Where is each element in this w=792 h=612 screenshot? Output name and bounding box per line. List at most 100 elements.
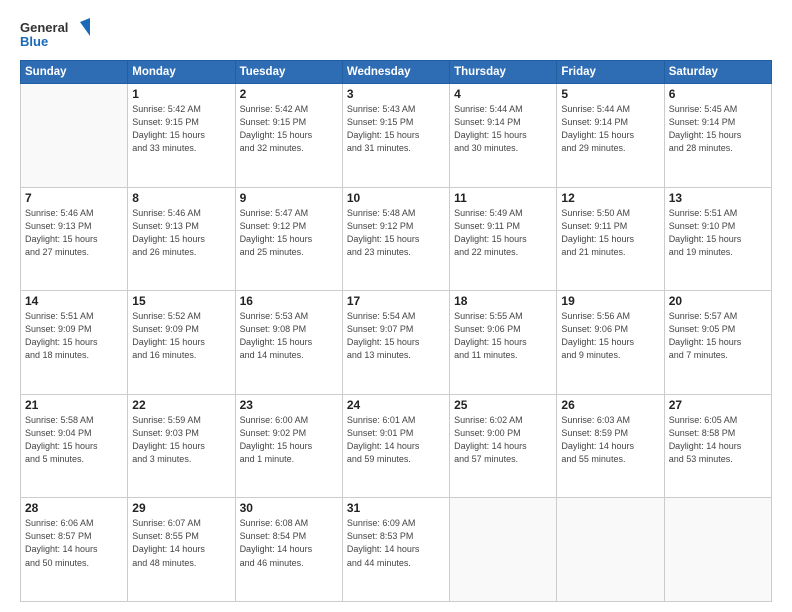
day-info: Sunrise: 5:59 AM Sunset: 9:03 PM Dayligh… xyxy=(132,414,230,466)
calendar-cell: 20Sunrise: 5:57 AM Sunset: 9:05 PM Dayli… xyxy=(664,291,771,395)
calendar-cell: 24Sunrise: 6:01 AM Sunset: 9:01 PM Dayli… xyxy=(342,394,449,498)
weekday-header-sunday: Sunday xyxy=(21,61,128,84)
calendar-cell: 16Sunrise: 5:53 AM Sunset: 9:08 PM Dayli… xyxy=(235,291,342,395)
day-info: Sunrise: 5:42 AM Sunset: 9:15 PM Dayligh… xyxy=(240,103,338,155)
calendar-cell: 15 Sunrise: 5:52 AM Sunset: 9:09 PM Dayli… xyxy=(128,291,235,395)
day-number: 13 xyxy=(669,191,767,205)
svg-text:Blue: Blue xyxy=(20,34,48,49)
calendar-cell: 22 Sunrise: 5:59 AM Sunset: 9:03 PM Dayli… xyxy=(128,394,235,498)
day-info: Sunrise: 5:46 AM Sunset: 9:13 PM Dayligh… xyxy=(25,207,123,259)
calendar-cell: 4Sunrise: 5:44 AM Sunset: 9:14 PM Daylig… xyxy=(450,84,557,188)
week-row-1: 1 Sunrise: 5:42 AM Sunset: 9:15 PM Daylig… xyxy=(21,84,772,188)
calendar-cell: 17 Sunrise: 5:54 AM Sunset: 9:07 PM Dayli… xyxy=(342,291,449,395)
day-info: Sunrise: 6:02 AM Sunset: 9:00 PM Dayligh… xyxy=(454,414,552,466)
calendar-cell: 2 Sunrise: 5:42 AM Sunset: 9:15 PM Daylig… xyxy=(235,84,342,188)
day-number: 29 xyxy=(132,501,230,515)
calendar-cell: 30Sunrise: 6:08 AM Sunset: 8:54 PM Dayli… xyxy=(235,498,342,602)
day-number: 12 xyxy=(561,191,659,205)
calendar-cell: 12Sunrise: 5:50 AM Sunset: 9:11 PM Dayli… xyxy=(557,187,664,291)
day-info: Sunrise: 5:46 AM Sunset: 9:13 PM Dayligh… xyxy=(132,207,230,259)
logo-icon: GeneralBlue xyxy=(20,18,90,50)
day-info: Sunrise: 5:51 AM Sunset: 9:10 PM Dayligh… xyxy=(669,207,767,259)
calendar-cell xyxy=(21,84,128,188)
day-info: Sunrise: 6:06 AM Sunset: 8:57 PM Dayligh… xyxy=(25,517,123,569)
day-number: 23 xyxy=(240,398,338,412)
calendar-cell: 13 Sunrise: 5:51 AM Sunset: 9:10 PM Dayli… xyxy=(664,187,771,291)
day-info: Sunrise: 5:47 AM Sunset: 9:12 PM Dayligh… xyxy=(240,207,338,259)
day-info: Sunrise: 5:55 AM Sunset: 9:06 PM Dayligh… xyxy=(454,310,552,362)
week-row-5: 28Sunrise: 6:06 AM Sunset: 8:57 PM Dayli… xyxy=(21,498,772,602)
week-row-2: 7 Sunrise: 5:46 AM Sunset: 9:13 PM Daylig… xyxy=(21,187,772,291)
day-number: 7 xyxy=(25,191,123,205)
calendar-cell: 29Sunrise: 6:07 AM Sunset: 8:55 PM Dayli… xyxy=(128,498,235,602)
day-info: Sunrise: 5:49 AM Sunset: 9:11 PM Dayligh… xyxy=(454,207,552,259)
day-info: Sunrise: 5:57 AM Sunset: 9:05 PM Dayligh… xyxy=(669,310,767,362)
calendar-cell: 5 Sunrise: 5:44 AM Sunset: 9:14 PM Daylig… xyxy=(557,84,664,188)
weekday-header-wednesday: Wednesday xyxy=(342,61,449,84)
day-number: 25 xyxy=(454,398,552,412)
day-number: 31 xyxy=(347,501,445,515)
day-number: 9 xyxy=(240,191,338,205)
calendar-cell: 27 Sunrise: 6:05 AM Sunset: 8:58 PM Dayli… xyxy=(664,394,771,498)
day-info: Sunrise: 5:54 AM Sunset: 9:07 PM Dayligh… xyxy=(347,310,445,362)
calendar-cell: 18 Sunrise: 5:55 AM Sunset: 9:06 PM Dayli… xyxy=(450,291,557,395)
day-number: 27 xyxy=(669,398,767,412)
day-info: Sunrise: 5:43 AM Sunset: 9:15 PM Dayligh… xyxy=(347,103,445,155)
day-number: 24 xyxy=(347,398,445,412)
day-info: Sunrise: 5:44 AM Sunset: 9:14 PM Dayligh… xyxy=(561,103,659,155)
day-info: Sunrise: 5:52 AM Sunset: 9:09 PM Dayligh… xyxy=(132,310,230,362)
calendar-cell: 23 Sunrise: 6:00 AM Sunset: 9:02 PM Dayli… xyxy=(235,394,342,498)
day-number: 1 xyxy=(132,87,230,101)
day-number: 5 xyxy=(561,87,659,101)
calendar-cell: 26Sunrise: 6:03 AM Sunset: 8:59 PM Dayli… xyxy=(557,394,664,498)
svg-text:General: General xyxy=(20,20,68,35)
day-info: Sunrise: 5:53 AM Sunset: 9:08 PM Dayligh… xyxy=(240,310,338,362)
day-number: 17 xyxy=(347,294,445,308)
page: GeneralBlue SundayMondayTuesdayWednesday… xyxy=(0,0,792,612)
day-number: 3 xyxy=(347,87,445,101)
day-number: 18 xyxy=(454,294,552,308)
day-info: Sunrise: 5:56 AM Sunset: 9:06 PM Dayligh… xyxy=(561,310,659,362)
day-number: 21 xyxy=(25,398,123,412)
day-info: Sunrise: 6:08 AM Sunset: 8:54 PM Dayligh… xyxy=(240,517,338,569)
day-info: Sunrise: 5:48 AM Sunset: 9:12 PM Dayligh… xyxy=(347,207,445,259)
header: GeneralBlue xyxy=(20,18,772,50)
weekday-header-monday: Monday xyxy=(128,61,235,84)
day-number: 8 xyxy=(132,191,230,205)
week-row-4: 21 Sunrise: 5:58 AM Sunset: 9:04 PM Dayli… xyxy=(21,394,772,498)
calendar-cell: 8 Sunrise: 5:46 AM Sunset: 9:13 PM Daylig… xyxy=(128,187,235,291)
weekday-header-tuesday: Tuesday xyxy=(235,61,342,84)
weekday-header-row: SundayMondayTuesdayWednesdayThursdayFrid… xyxy=(21,61,772,84)
day-info: Sunrise: 5:45 AM Sunset: 9:14 PM Dayligh… xyxy=(669,103,767,155)
day-number: 10 xyxy=(347,191,445,205)
day-number: 11 xyxy=(454,191,552,205)
day-info: Sunrise: 6:00 AM Sunset: 9:02 PM Dayligh… xyxy=(240,414,338,466)
day-number: 15 xyxy=(132,294,230,308)
day-number: 22 xyxy=(132,398,230,412)
calendar-cell: 14 Sunrise: 5:51 AM Sunset: 9:09 PM Dayli… xyxy=(21,291,128,395)
calendar-cell: 28Sunrise: 6:06 AM Sunset: 8:57 PM Dayli… xyxy=(21,498,128,602)
calendar-cell: 1 Sunrise: 5:42 AM Sunset: 9:15 PM Daylig… xyxy=(128,84,235,188)
logo: GeneralBlue xyxy=(20,18,90,50)
calendar-cell xyxy=(664,498,771,602)
calendar-cell: 11 Sunrise: 5:49 AM Sunset: 9:11 PM Dayli… xyxy=(450,187,557,291)
calendar-cell: 10 Sunrise: 5:48 AM Sunset: 9:12 PM Dayli… xyxy=(342,187,449,291)
calendar-cell xyxy=(450,498,557,602)
calendar-table: SundayMondayTuesdayWednesdayThursdayFrid… xyxy=(20,60,772,602)
day-number: 19 xyxy=(561,294,659,308)
day-number: 2 xyxy=(240,87,338,101)
calendar-cell: 3 Sunrise: 5:43 AM Sunset: 9:15 PM Daylig… xyxy=(342,84,449,188)
calendar-cell: 31 Sunrise: 6:09 AM Sunset: 8:53 PM Dayli… xyxy=(342,498,449,602)
day-info: Sunrise: 6:09 AM Sunset: 8:53 PM Dayligh… xyxy=(347,517,445,569)
calendar-cell: 9 Sunrise: 5:47 AM Sunset: 9:12 PM Daylig… xyxy=(235,187,342,291)
calendar-cell: 6Sunrise: 5:45 AM Sunset: 9:14 PM Daylig… xyxy=(664,84,771,188)
day-info: Sunrise: 5:58 AM Sunset: 9:04 PM Dayligh… xyxy=(25,414,123,466)
day-info: Sunrise: 6:05 AM Sunset: 8:58 PM Dayligh… xyxy=(669,414,767,466)
day-info: Sunrise: 5:51 AM Sunset: 9:09 PM Dayligh… xyxy=(25,310,123,362)
calendar-cell xyxy=(557,498,664,602)
day-number: 14 xyxy=(25,294,123,308)
weekday-header-friday: Friday xyxy=(557,61,664,84)
day-info: Sunrise: 5:42 AM Sunset: 9:15 PM Dayligh… xyxy=(132,103,230,155)
weekday-header-saturday: Saturday xyxy=(664,61,771,84)
week-row-3: 14 Sunrise: 5:51 AM Sunset: 9:09 PM Dayli… xyxy=(21,291,772,395)
